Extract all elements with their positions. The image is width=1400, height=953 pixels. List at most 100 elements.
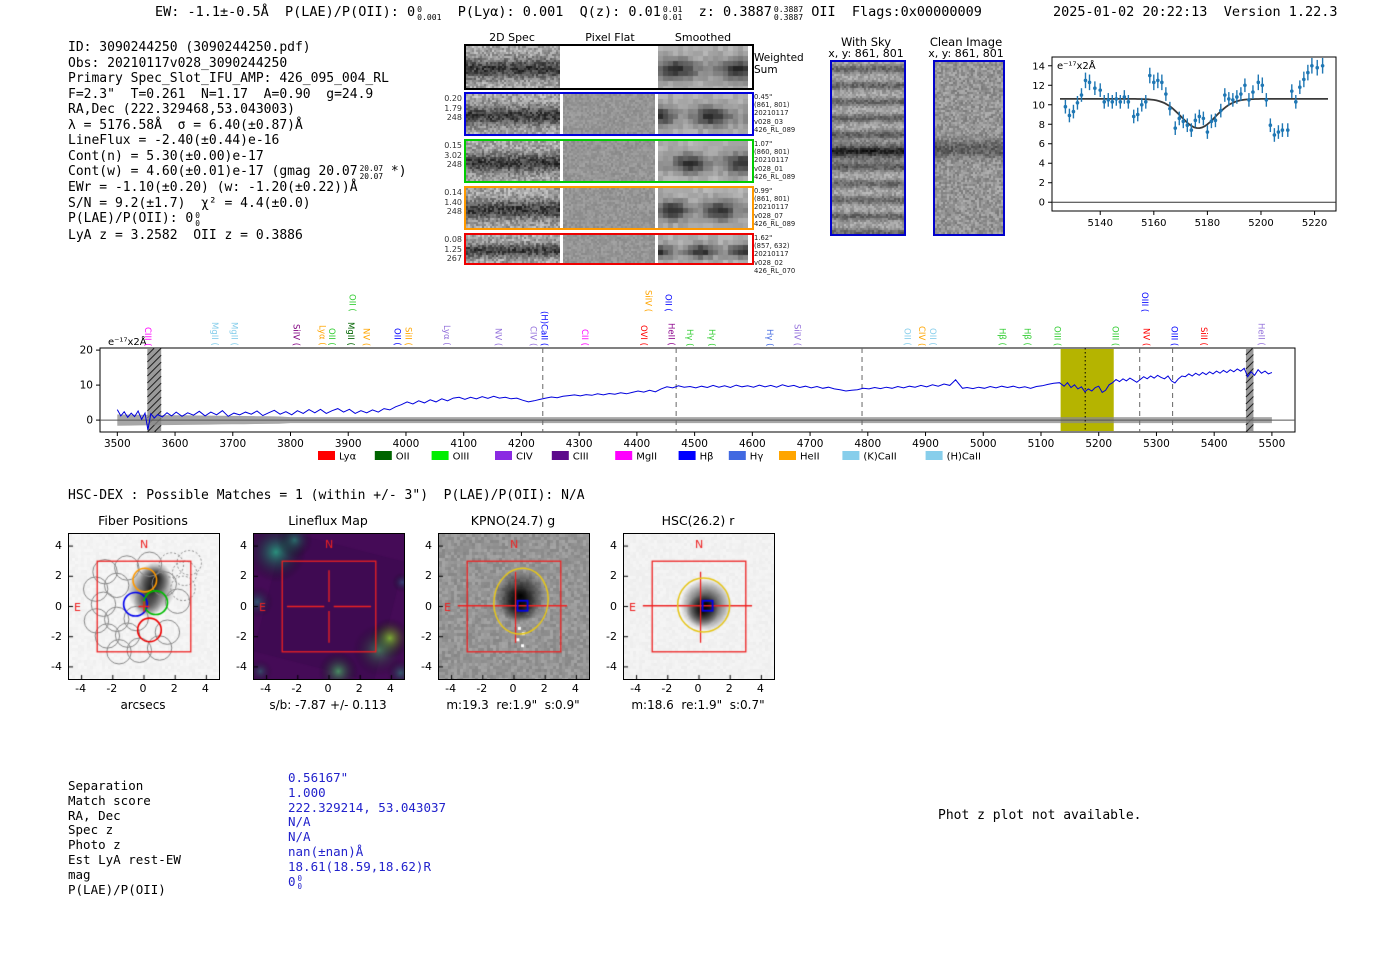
stack-bottom: 0.001 bbox=[417, 11, 442, 22]
line-id-label: SiIV ( bbox=[791, 323, 802, 346]
inset-data-point bbox=[1205, 130, 1210, 134]
inset-data-point bbox=[1135, 112, 1140, 117]
inset-data-point bbox=[1147, 73, 1152, 78]
cutout-ytick-label: -2 bbox=[236, 629, 247, 643]
cutout-image-lineflux bbox=[253, 533, 405, 680]
line-id-label: Hβ ( bbox=[1021, 328, 1032, 346]
inset-ytick-label: 8 bbox=[1039, 120, 1045, 131]
inset-data-point bbox=[1075, 101, 1080, 105]
text-segment: S/N = 9.2(±1.7) χ² = 4.4(±0.0) bbox=[68, 195, 311, 211]
text-segment: P(LAE)/P(OII): 0 bbox=[68, 211, 194, 227]
match-row-value: N/A bbox=[288, 829, 311, 845]
text-segment: *) bbox=[383, 164, 407, 179]
inset-data-point bbox=[1264, 98, 1269, 102]
spectrum-xtick-label: 4800 bbox=[854, 438, 881, 450]
cutout-ytick-label: 0 bbox=[240, 599, 247, 613]
inset-data-point bbox=[1197, 114, 1202, 119]
match-row-value: N/A bbox=[288, 814, 311, 830]
cutout-image-fiber bbox=[68, 533, 220, 680]
spec2d-image bbox=[466, 141, 560, 181]
match-row-value: 222.329214, 53.043037 bbox=[288, 799, 447, 816]
inset-data-point bbox=[1223, 93, 1227, 97]
inset-data-point bbox=[1071, 109, 1076, 114]
smoothed-image bbox=[658, 188, 748, 228]
legend-swatch bbox=[551, 451, 569, 460]
match-row-label: Match score bbox=[68, 792, 151, 808]
spectrum-xtick-label: 4600 bbox=[739, 438, 766, 450]
spectrum-xtick-label: 5300 bbox=[1143, 438, 1170, 450]
cutout-title: HSC(26.2) r bbox=[661, 513, 735, 528]
spectrum-xtick-label: 5000 bbox=[970, 438, 997, 450]
inset-data-point bbox=[1177, 116, 1182, 121]
line-id-label: SiIV ( bbox=[642, 289, 653, 312]
line-id-label: Hβ ( bbox=[996, 328, 1007, 346]
inset-data-point bbox=[1213, 118, 1218, 123]
inset-data-point bbox=[1280, 128, 1285, 132]
line-id-label: HeII ( bbox=[665, 323, 676, 346]
inset-data-point bbox=[1315, 65, 1320, 70]
text-segment: 222.329214, 53.043037 bbox=[288, 799, 447, 815]
cutout-xtick-label: 0 bbox=[324, 682, 332, 695]
legend-swatch bbox=[779, 451, 796, 460]
spectrum-ytick-label: 20 bbox=[80, 345, 93, 357]
inset-data-point bbox=[1201, 116, 1206, 121]
legend-swatch bbox=[842, 451, 860, 460]
line-id-label: MgII ( bbox=[208, 322, 219, 346]
photz-note: Phot z plot not available. bbox=[938, 808, 1142, 823]
inset-ytick-label: 6 bbox=[1039, 139, 1045, 150]
spectrum-xtick-label: 4400 bbox=[624, 438, 651, 450]
match-row-label: P(LAE)/P(OII) bbox=[68, 881, 166, 897]
cutout-ytick-label: 2 bbox=[240, 569, 247, 583]
line-id-label: SiIV ( bbox=[290, 323, 301, 346]
with-sky-image bbox=[830, 60, 906, 236]
inset-data-point bbox=[1320, 63, 1325, 68]
inset-data-point bbox=[1239, 92, 1243, 96]
text-segment: 0 bbox=[288, 873, 296, 889]
text-segment: N/A bbox=[288, 814, 311, 830]
legend-swatch bbox=[678, 451, 696, 460]
legend-swatch bbox=[615, 451, 633, 460]
cutout-ytick-label: -2 bbox=[606, 629, 617, 643]
cutout-ytick-label: -4 bbox=[421, 659, 432, 673]
pixelflat-image bbox=[563, 188, 655, 228]
inset-ytick-label: 12 bbox=[1032, 81, 1045, 92]
cutout-xtick-label: 0 bbox=[509, 682, 517, 695]
summary-header: EW: -1.1±-0.5Å P(LAE)/P(OII): 0 0 0.001 P(… bbox=[155, 4, 982, 21]
inset-data-point bbox=[1268, 123, 1273, 128]
line-id-label: OII ( bbox=[326, 328, 337, 346]
line-id-label: OIII ( bbox=[1109, 325, 1120, 346]
clean-image-image bbox=[933, 60, 1005, 236]
line-id-label: CII ( bbox=[578, 329, 589, 346]
line-id-label: OIII ( bbox=[1168, 325, 1179, 346]
inset-ytick-label: 10 bbox=[1032, 100, 1045, 111]
cutout-xtick-label: 4 bbox=[756, 682, 764, 695]
info-line: RA,Dec (222.329468,53.043003) bbox=[68, 102, 407, 118]
spectrum-xtick-label: 3500 bbox=[104, 438, 131, 450]
inset-data-point bbox=[1189, 128, 1194, 132]
spec2d-column-header: Pixel Flat bbox=[585, 31, 635, 44]
fiber-annotation: 0.99" (861, 801) 20210117 v028_07 426_RL… bbox=[754, 187, 796, 228]
spec2d-row bbox=[464, 186, 754, 230]
cutout-xtick-label: -4 bbox=[75, 682, 87, 695]
cutout-xtick-label: -2 bbox=[106, 682, 118, 695]
info-line: Primary Spec_Slot_IFU_AMP: 426_095_004_R… bbox=[68, 71, 407, 87]
info-line: Cont(w) = 4.60(±0.01)e-17 (gmag 20.07 20.… bbox=[68, 164, 407, 180]
info-line: LyA z = 3.2582 OII z = 0.3886 bbox=[68, 228, 407, 244]
stack-bottom: 0 bbox=[195, 218, 200, 228]
match-row-label: Spec z bbox=[68, 822, 114, 838]
spec2d-row bbox=[464, 44, 754, 90]
cutout-title: KPNO(24.7) g bbox=[470, 513, 556, 528]
inset-data-point bbox=[1276, 130, 1281, 134]
info-line: EWr = -1.10(±0.20) (w: -1.20(±0.22))Å bbox=[68, 180, 407, 196]
spec2d-image bbox=[466, 188, 560, 228]
inset-data-point bbox=[1260, 83, 1265, 88]
stacked-value: 0 0.001 bbox=[417, 4, 442, 22]
cutout-ytick-label: -2 bbox=[51, 629, 62, 643]
text-segment: P(Lyα): 0.001 Q(z): 0.01 bbox=[441, 4, 661, 20]
inset-ylabel: e⁻¹⁷x2Å bbox=[1057, 59, 1096, 72]
line-id-label: OII ( bbox=[662, 294, 673, 312]
inset-data-point bbox=[1122, 95, 1127, 99]
smoothed-image bbox=[658, 46, 748, 88]
full-spectrum-svg: 3500 3600 3700 3800 3900 4000 4100 4200 4300 4400… bbox=[80, 335, 1296, 463]
inset-data-point bbox=[1118, 100, 1123, 104]
